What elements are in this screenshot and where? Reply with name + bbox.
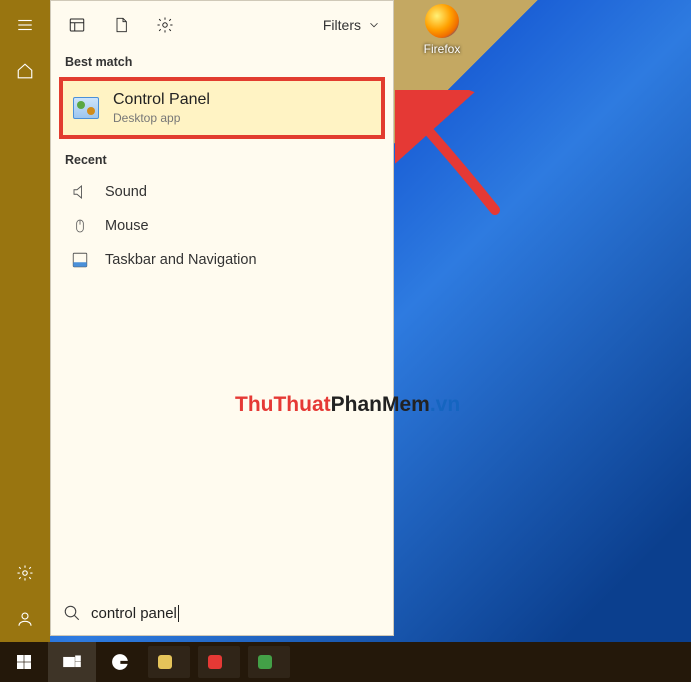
home-button[interactable] [0,48,50,94]
search-icon [63,604,81,622]
recent-item-mouse[interactable]: Mouse [51,209,393,243]
firefox-icon [425,4,459,38]
recent-item-label: Sound [105,184,147,200]
start-rail [0,0,50,642]
taskbar-item[interactable] [148,646,190,678]
search-panel: Filters Best match Control Panel Desktop… [50,0,394,636]
panel-toolbar: Filters [51,1,393,49]
search-input[interactable]: control panel [51,591,393,635]
account-button[interactable] [0,596,50,642]
chevron-down-icon [367,18,381,32]
filters-label: Filters [323,17,361,33]
document-icon[interactable] [101,1,141,49]
mouse-icon [71,217,89,235]
search-text: control panel [91,605,179,622]
recent-item-label: Mouse [105,218,149,234]
recent-item-label: Taskbar and Navigation [105,252,257,268]
control-panel-icon [73,97,99,119]
recent-item-taskbar[interactable]: Taskbar and Navigation [51,243,393,277]
edge-button[interactable] [96,642,144,682]
speaker-icon [71,183,89,201]
section-best-match: Best match [51,49,393,77]
result-subtitle: Desktop app [113,111,210,125]
result-title: Control Panel [113,91,210,109]
section-recent: Recent [51,147,393,175]
gear-icon[interactable] [145,1,185,49]
taskbar [0,642,691,682]
recent-item-sound[interactable]: Sound [51,175,393,209]
taskbar-icon [71,251,89,269]
settings-button[interactable] [0,550,50,596]
taskview-button[interactable] [48,642,96,682]
watermark: ThuThuatPhanMem.vn [235,393,460,417]
taskbar-item[interactable] [198,646,240,678]
result-control-panel[interactable]: Control Panel Desktop app [59,77,385,139]
apps-icon[interactable] [57,1,97,49]
desktop-icon-firefox[interactable]: Firefox [407,4,477,56]
hamburger-button[interactable] [0,2,50,48]
filters-dropdown[interactable]: Filters [323,17,381,33]
start-button[interactable] [0,642,48,682]
taskbar-item[interactable] [248,646,290,678]
desktop-icon-label: Firefox [407,42,477,56]
